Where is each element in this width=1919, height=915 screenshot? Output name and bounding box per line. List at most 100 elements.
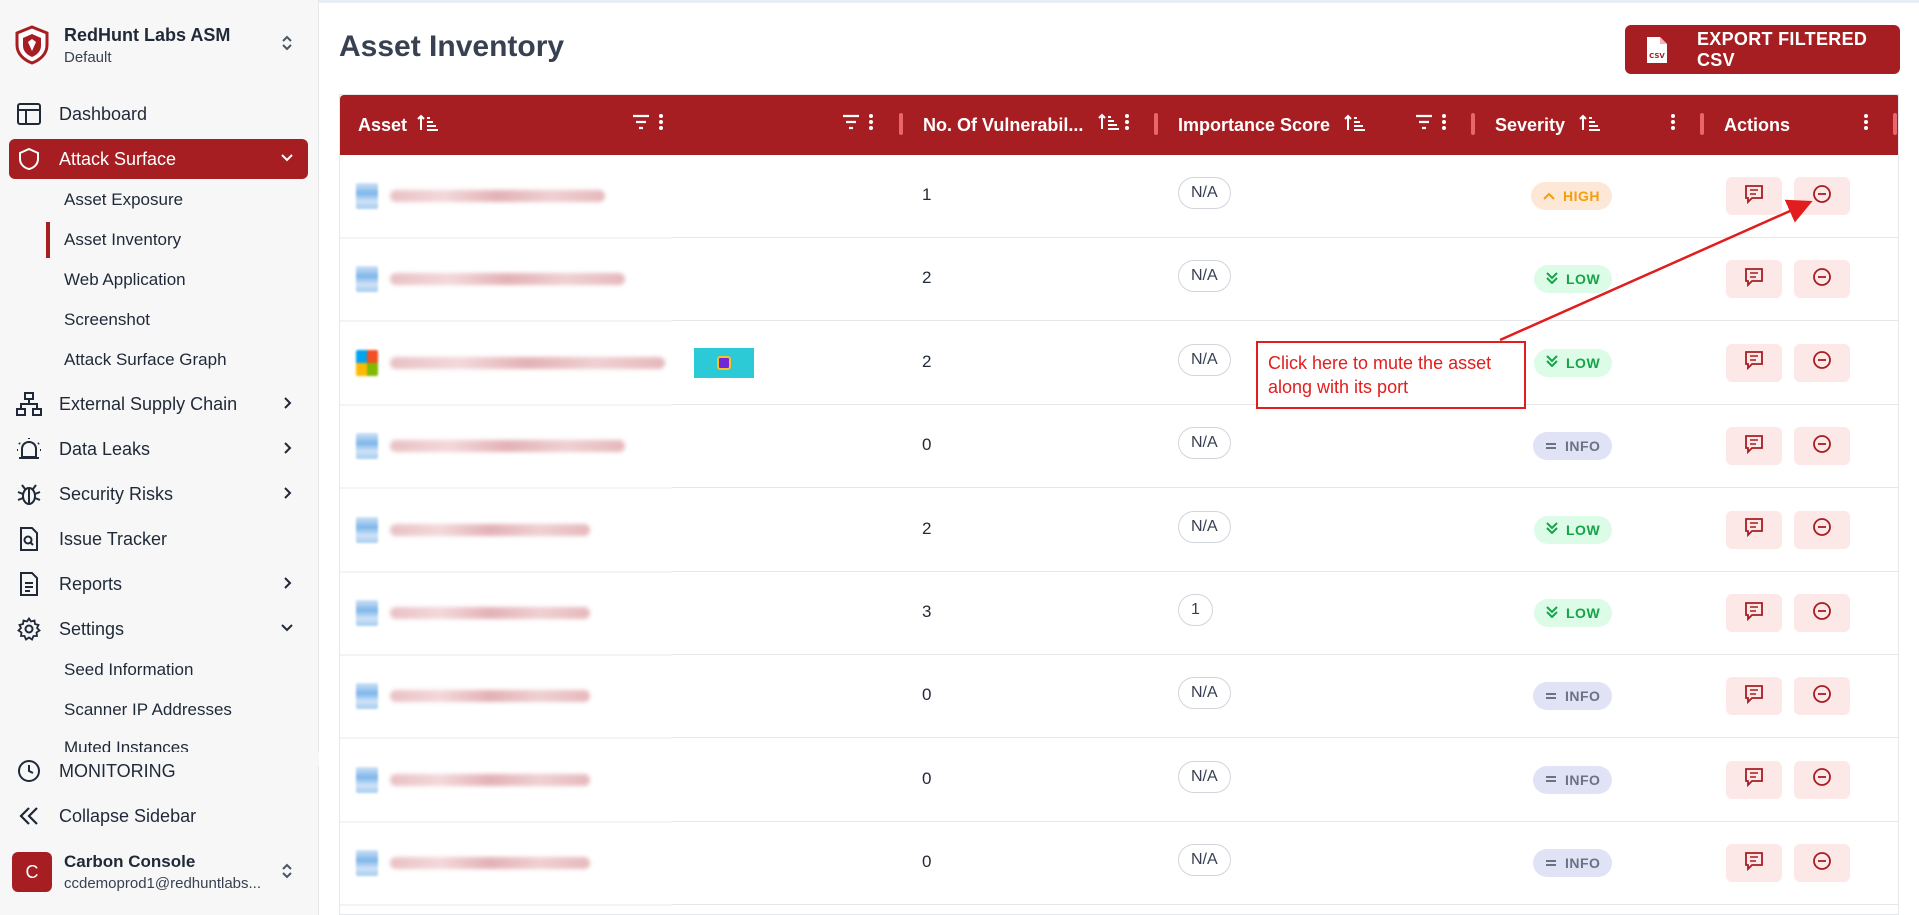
sidebar-subitem-asset-inventory[interactable]: Asset Inventory xyxy=(64,224,181,256)
table-row[interactable]: 3 1 LOW xyxy=(340,572,1898,656)
table-row[interactable]: 0 N/A INFO xyxy=(340,739,1898,823)
sidebar-item-settings[interactable]: Settings xyxy=(9,609,308,649)
comment-button[interactable] xyxy=(1726,760,1782,799)
chevron-updown-icon[interactable] xyxy=(281,862,293,880)
mute-asset-button[interactable] xyxy=(1794,677,1850,716)
export-filtered-csv-button[interactable]: CSV EXPORT FILTERED CSV xyxy=(1625,25,1900,74)
csv-file-icon: CSV xyxy=(1645,36,1669,64)
column-resizer[interactable] xyxy=(899,113,903,135)
comment-button[interactable] xyxy=(1726,594,1782,632)
sort-icon[interactable] xyxy=(1344,114,1366,137)
column-header-severity[interactable]: Severity xyxy=(1495,95,1601,155)
filter-icon[interactable] xyxy=(632,113,650,136)
sidebar-subitem-asset-exposure[interactable]: Asset Exposure xyxy=(64,184,183,216)
table-row[interactable]: 2 N/A LOW xyxy=(340,322,1898,406)
kebab-menu-icon[interactable] xyxy=(868,113,874,136)
sidebar-subitem-screenshot[interactable]: Screenshot xyxy=(64,304,150,336)
asset-name-redacted[interactable] xyxy=(356,516,590,543)
minus-circle-icon xyxy=(1812,184,1832,209)
table-row[interactable]: 0 N/A INFO xyxy=(340,822,1898,907)
sidebar-item-dashboard[interactable]: Dashboard xyxy=(9,94,308,134)
kebab-menu-icon[interactable] xyxy=(1670,113,1676,136)
asset-name-redacted[interactable] xyxy=(356,766,590,793)
asset-name-redacted[interactable] xyxy=(356,600,590,626)
column-label: Actions xyxy=(1724,114,1791,135)
severity-label: INFO xyxy=(1565,771,1601,788)
comment-icon xyxy=(1744,267,1764,292)
chevron-updown-icon[interactable] xyxy=(281,34,293,52)
minus-circle-icon xyxy=(1812,350,1832,375)
annotation-line: Click here to mute the asset xyxy=(1268,353,1492,373)
active-indicator xyxy=(46,222,50,258)
sidebar-item-issue-tracker[interactable]: Issue Tracker xyxy=(9,519,308,559)
sidebar-subitem-seed-information[interactable]: Seed Information xyxy=(64,654,193,686)
sort-icon[interactable] xyxy=(417,114,439,137)
comment-button[interactable] xyxy=(1726,260,1782,299)
comment-button[interactable] xyxy=(1726,677,1782,716)
asset-name-redacted[interactable] xyxy=(356,850,590,877)
column-label: Severity xyxy=(1495,114,1566,135)
column-resizer[interactable] xyxy=(1700,113,1704,135)
mute-asset-button[interactable] xyxy=(1794,260,1850,299)
asset-name-redacted[interactable] xyxy=(356,266,625,293)
column-resizer[interactable] xyxy=(1471,113,1475,135)
asset-name-redacted[interactable] xyxy=(356,183,605,209)
kebab-menu-icon[interactable] xyxy=(658,113,664,136)
column-resizer[interactable] xyxy=(1154,113,1158,135)
sidebar-subitem-scanner-ip-addresses[interactable]: Scanner IP Addresses xyxy=(64,694,232,726)
redacted-asset-host xyxy=(390,607,590,619)
table-row[interactable]: 0 N/A INFO xyxy=(340,405,1898,490)
org-switcher[interactable]: RedHunt Labs ASM Default xyxy=(12,20,307,70)
sidebar-item-attack-surface[interactable]: Attack Surface xyxy=(9,139,308,179)
column-label: Asset xyxy=(358,114,408,135)
mute-asset-button[interactable] xyxy=(1794,427,1850,466)
table-header: Asset No. Of Vulnerabil... Importance Sc… xyxy=(340,95,1898,155)
sidebar-item-data-leaks[interactable]: Data Leaks xyxy=(9,429,308,469)
comment-icon xyxy=(1744,350,1764,375)
sort-icon[interactable] xyxy=(1579,114,1601,137)
sidebar-item-monitoring[interactable]: MONITORING xyxy=(9,751,308,791)
table-row[interactable]: 2 N/A LOW xyxy=(340,489,1898,573)
asset-table: Asset No. Of Vulnerabil... Importance Sc… xyxy=(339,94,1899,915)
alarm-icon xyxy=(15,435,43,463)
comment-button[interactable] xyxy=(1726,177,1782,215)
asset-name-redacted[interactable] xyxy=(356,683,590,710)
column-header-asset[interactable]: Asset xyxy=(358,95,439,155)
table-row[interactable]: 2 N/A LOW xyxy=(340,238,1898,323)
filter-icon[interactable] xyxy=(842,113,860,136)
sidebar-subitem-web-application[interactable]: Web Application xyxy=(64,264,186,296)
sidebar-item-reports[interactable]: Reports xyxy=(9,564,308,604)
technology-badge-icon[interactable] xyxy=(694,347,754,378)
asset-name-redacted[interactable] xyxy=(356,433,625,460)
column-resizer[interactable] xyxy=(1893,113,1897,135)
table-row[interactable]: 0 N/A INFO xyxy=(340,655,1898,740)
kebab-menu-icon[interactable] xyxy=(1863,113,1869,136)
mute-asset-button[interactable] xyxy=(1794,343,1850,382)
sidebar-item-external-supply-chain[interactable]: External Supply Chain xyxy=(9,384,308,424)
table-row[interactable]: 1 N/A HIGH xyxy=(340,155,1898,239)
column-header-importance-score[interactable]: Importance Score xyxy=(1178,95,1366,155)
mute-asset-button[interactable] xyxy=(1794,844,1850,883)
comment-button[interactable] xyxy=(1726,844,1782,883)
severity-low-icon xyxy=(1546,605,1558,621)
mute-asset-button[interactable] xyxy=(1794,760,1850,799)
asset-name-redacted[interactable] xyxy=(356,349,665,376)
column-header-vulnerabilities[interactable]: No. Of Vulnerabil... xyxy=(923,95,1083,155)
sidebar-item-label: Issue Tracker xyxy=(59,528,168,549)
comment-button[interactable] xyxy=(1726,343,1782,382)
annotation-line: along with its port xyxy=(1268,377,1409,397)
mute-asset-button[interactable] xyxy=(1794,594,1850,632)
user-menu[interactable]: C Carbon Console ccdemoprod1@redhuntlabs… xyxy=(12,848,307,896)
mute-asset-button[interactable] xyxy=(1794,510,1850,549)
asset-favicon-icon xyxy=(356,433,378,460)
sidebar-subitem-attack-surface-graph[interactable]: Attack Surface Graph xyxy=(64,344,227,376)
sidebar-item-collapse[interactable]: Collapse Sidebar xyxy=(9,796,308,836)
kebab-menu-icon[interactable] xyxy=(1124,113,1130,136)
sort-icon[interactable] xyxy=(1098,113,1120,136)
kebab-menu-icon[interactable] xyxy=(1441,113,1447,136)
comment-button[interactable] xyxy=(1726,427,1782,466)
comment-button[interactable] xyxy=(1726,510,1782,549)
filter-icon[interactable] xyxy=(1415,113,1433,136)
mute-asset-button[interactable] xyxy=(1794,177,1850,215)
sidebar-item-security-risks[interactable]: Security Risks xyxy=(9,474,308,514)
